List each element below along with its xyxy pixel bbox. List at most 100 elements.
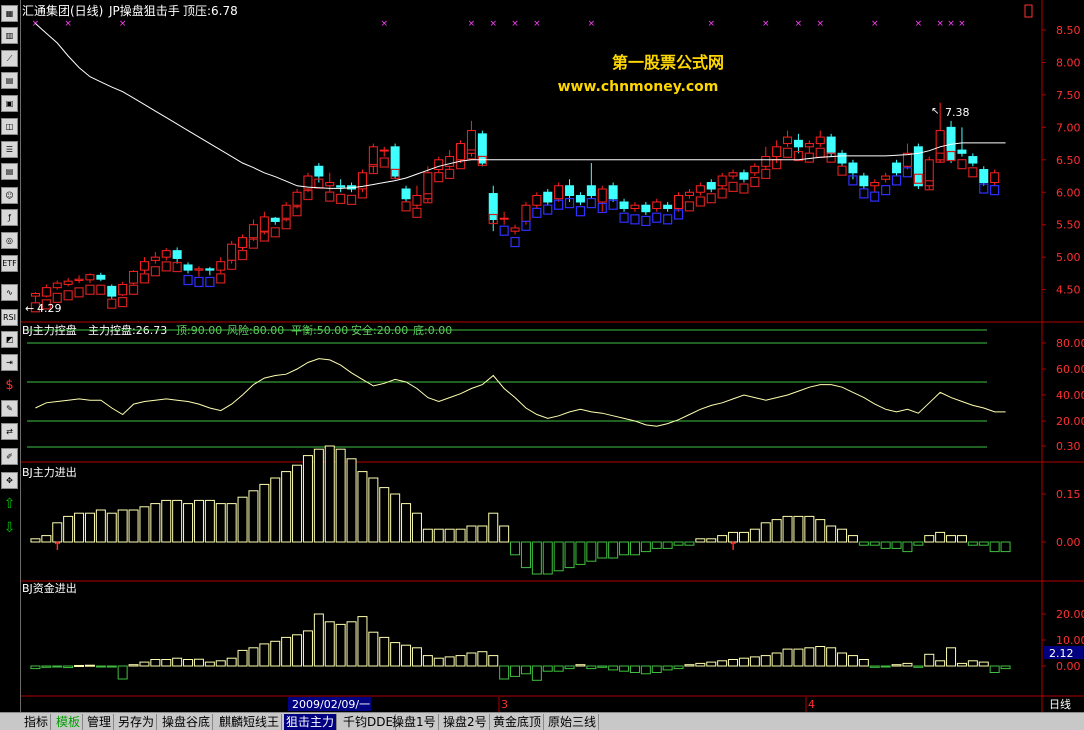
- kongpan-line: [35, 358, 1006, 427]
- trend-box: [652, 212, 662, 223]
- switch-icon[interactable]: ⇄: [1, 423, 18, 440]
- jinchu-bar: [935, 531, 946, 543]
- trend-box: [183, 274, 193, 286]
- tab-11[interactable]: 原始三线: [546, 714, 600, 730]
- trend-box: [891, 175, 902, 186]
- line-chart-icon[interactable]: ⟋: [1, 50, 18, 67]
- buy-arrow: ↑: [52, 539, 62, 553]
- jinchu-bar: [292, 464, 303, 543]
- price-axis-label: 8.00: [1056, 56, 1081, 69]
- jinchu-bar: [379, 487, 390, 543]
- candle: [129, 270, 139, 284]
- tab-7[interactable]: 千钧DDE: [341, 714, 397, 730]
- trend-box: [346, 194, 357, 205]
- tab-10[interactable]: 黄金底顶: [491, 714, 545, 730]
- candle: [216, 261, 226, 271]
- trend-box: [728, 181, 738, 192]
- jinchu-bar: [41, 535, 52, 543]
- function-icon[interactable]: ƒ: [1, 209, 18, 226]
- trend-box: [641, 215, 651, 227]
- people-icon[interactable]: ☺: [1, 187, 18, 204]
- candle: [761, 156, 771, 167]
- jinchu-bar: [902, 541, 913, 553]
- candle: [772, 146, 782, 158]
- candle: [750, 165, 760, 174]
- jinchu-bar: [946, 535, 957, 543]
- report-icon[interactable]: ▤: [1, 163, 18, 180]
- pen-icon[interactable]: ✐: [1, 448, 18, 465]
- tab-3[interactable]: 另存为: [116, 714, 158, 730]
- rsi-icon[interactable]: RSI: [1, 309, 18, 326]
- candle: [543, 191, 553, 203]
- candle: [96, 274, 106, 280]
- tab-0[interactable]: 指标: [22, 714, 52, 730]
- jinchu-bar: [117, 509, 128, 543]
- trend-box: [630, 214, 640, 225]
- jinchu-bar: [629, 541, 640, 556]
- trend-box: [96, 284, 106, 295]
- wave-icon[interactable]: ∿: [1, 284, 18, 301]
- chart-area[interactable]: 8.50 8.00 7.50 7.00 6.50 6.00 5.50 5.00 4.50 汇通集团…: [21, 0, 1084, 712]
- month-3-label: 3: [501, 698, 508, 711]
- tab-6[interactable]: 狙击主力: [284, 714, 338, 730]
- window-icon[interactable]: ◫: [1, 118, 18, 135]
- zijin-bar: [292, 634, 303, 667]
- zijin-bar: [673, 665, 684, 670]
- zijin-bar: [586, 665, 597, 670]
- trend-icon[interactable]: ◩: [1, 331, 18, 348]
- dollar-icon[interactable]: $: [1, 377, 18, 394]
- tools-icon[interactable]: ✎: [1, 400, 18, 417]
- jinchu-bar: [128, 509, 139, 543]
- jinchu-bar: [204, 499, 215, 543]
- trend-box: [139, 273, 150, 284]
- sheet-icon[interactable]: ▣: [1, 95, 18, 112]
- zoom-icon[interactable]: ◎: [1, 232, 18, 249]
- tab-4[interactable]: 操盘谷底: [160, 714, 214, 730]
- zijin-bar: [401, 644, 412, 667]
- trend-box: [750, 176, 760, 188]
- table-icon[interactable]: ▦: [1, 5, 18, 22]
- move-icon[interactable]: ✥: [1, 472, 18, 489]
- grid-icon[interactable]: ▥: [1, 27, 18, 44]
- list-icon[interactable]: ☰: [1, 141, 18, 158]
- etf-icon[interactable]: ETF: [1, 255, 18, 272]
- candle: [270, 217, 280, 222]
- trend-box: [990, 185, 1000, 196]
- trend-box: [532, 207, 542, 218]
- tab-2[interactable]: 管理: [85, 714, 115, 730]
- tab-1[interactable]: 模板: [54, 714, 84, 730]
- jinchu-bar: [193, 499, 204, 543]
- moving-average-line: [35, 23, 1006, 189]
- jinchu-bar: [466, 525, 477, 543]
- columns-icon[interactable]: ▤: [1, 72, 18, 89]
- trend-box: [107, 298, 117, 309]
- arrow-up-icon[interactable]: ⇧: [1, 495, 18, 512]
- jinchu-bar: [488, 512, 499, 543]
- candle: [41, 287, 51, 297]
- exit-icon[interactable]: ⇥: [1, 354, 18, 371]
- tab-9[interactable]: 操盘2号: [441, 714, 490, 730]
- candle: [674, 194, 684, 209]
- jinchu-bar: [706, 538, 717, 543]
- candle: [412, 194, 422, 206]
- jinchu-bar: [422, 528, 433, 543]
- tab-5[interactable]: 麒麟短线王: [217, 714, 283, 730]
- watermark-title: 第一股票公式网: [612, 53, 724, 72]
- jinchu-bar: [924, 535, 935, 543]
- candle: [641, 204, 651, 213]
- jinchu-bar: [913, 541, 924, 546]
- panel2-axis-label: 20.00: [1056, 415, 1084, 428]
- tab-8[interactable]: 操盘1号: [390, 714, 439, 730]
- zijin-bar: [869, 665, 880, 668]
- zijin-bar: [847, 655, 858, 667]
- candle: [499, 217, 509, 220]
- jinchu-bar: [84, 512, 95, 543]
- zijin-bar: [346, 621, 357, 667]
- zijin-bar: [422, 655, 433, 667]
- zijin-bar: [542, 665, 553, 672]
- zijin-bar: [520, 665, 531, 675]
- price-axis-label: 6.00: [1056, 186, 1081, 199]
- high-marker-arrow: ↖: [931, 106, 939, 117]
- jinchu-bar: [804, 515, 815, 543]
- arrow-down-icon[interactable]: ⇩: [1, 519, 18, 536]
